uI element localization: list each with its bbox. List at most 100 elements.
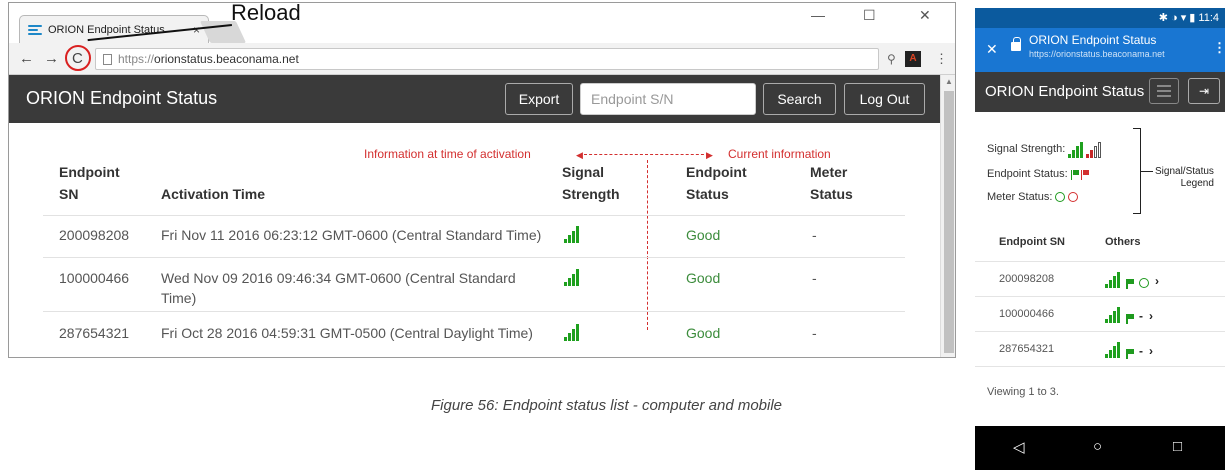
legend-signal-label: Signal Strength: xyxy=(987,143,1066,155)
row1-sn[interactable]: 200098208 xyxy=(59,225,129,245)
favicon-icon xyxy=(28,24,42,35)
legend-endpoint: Endpoint Status: xyxy=(987,168,1089,180)
mobile-row-divider xyxy=(975,366,1225,367)
back-arrow-icon[interactable]: ← xyxy=(19,50,34,67)
col-meter-status: Meter Status xyxy=(810,161,853,205)
logout-icon[interactable]: ⇥ xyxy=(1188,78,1220,104)
mobile-row2-meter: - xyxy=(1139,309,1143,323)
row3-sn[interactable]: 287654321 xyxy=(59,323,129,343)
figure-caption: Figure 56: Endpoint status list - comput… xyxy=(431,397,783,414)
reload-callout-label: Reload xyxy=(231,0,301,25)
row2-meter-status: - xyxy=(812,270,817,286)
page-info-icon xyxy=(103,54,112,65)
mobile-brand: ORION Endpoint Status xyxy=(985,83,1145,100)
col-activation-time: Activation Time xyxy=(161,186,265,202)
nav-back-icon[interactable]: ◁ xyxy=(1013,438,1025,456)
mobile-app-header: ORION Endpoint Status ⇥ xyxy=(975,72,1225,112)
mobile-row[interactable]: 287654321 - › xyxy=(975,331,1225,366)
row2-sn[interactable]: 100000466 xyxy=(59,268,129,288)
extension-icon[interactable]: ⚲ xyxy=(887,52,896,66)
mobile-menu-icon[interactable]: ⋮ xyxy=(1213,40,1225,56)
url-input[interactable]: https://orionstatus.beaconama.net xyxy=(95,48,879,70)
row-divider xyxy=(43,257,905,258)
logout-button[interactable]: Log Out xyxy=(844,83,925,115)
legend-brace-tick xyxy=(1141,171,1153,172)
hamburger-menu-button[interactable] xyxy=(1149,78,1179,104)
green-flag-icon xyxy=(1126,314,1134,324)
endpoint-search-input[interactable]: Endpoint S/N xyxy=(580,83,756,115)
col-meter-line2: Status xyxy=(810,186,853,202)
export-button[interactable]: Export xyxy=(505,83,573,115)
col-endpoint-status: Endpoint Status xyxy=(686,161,747,205)
row1-meter-status: - xyxy=(812,227,817,243)
row1-activation-time: Fri Nov 11 2016 06:23:12 GMT-0600 (Centr… xyxy=(161,227,542,243)
red-gauge-icon xyxy=(1068,192,1079,202)
mobile-page-title: ORION Endpoint Status xyxy=(1029,33,1157,47)
chevron-right-icon[interactable]: › xyxy=(1149,309,1153,323)
annotation-current: Current information xyxy=(728,147,831,161)
annotation-dash-line xyxy=(584,154,709,155)
col-status-line1: Endpoint xyxy=(686,164,747,180)
green-flag-icon xyxy=(1070,169,1079,180)
close-window-button[interactable]: ✕ xyxy=(919,7,931,24)
row-divider xyxy=(43,215,905,216)
legend-meter-label: Meter Status: xyxy=(987,191,1053,203)
annotation-arrow-right: ▶ xyxy=(706,150,713,160)
nav-home-icon[interactable]: ○ xyxy=(1093,438,1102,455)
legend-endpoint-label: Endpoint Status: xyxy=(987,168,1068,180)
forward-arrow-icon[interactable]: → xyxy=(44,50,59,67)
pdf-extension-icon[interactable]: A xyxy=(905,51,921,67)
col-endpoint-sn-line2: SN xyxy=(59,186,79,202)
signal-strong-icon xyxy=(1068,140,1084,158)
web-page: ORION Endpoint Status Export Endpoint S/… xyxy=(9,75,940,357)
mobile-row3-sn: 287654321 xyxy=(999,343,1055,355)
signal-icon xyxy=(1105,340,1120,358)
mobile-row1-sn: 200098208 xyxy=(999,273,1055,285)
green-flag-icon xyxy=(1126,279,1134,289)
mobile-browser-bar: ✕ ORION Endpoint Status https://orionsta… xyxy=(975,28,1225,72)
row1-endpoint-status: Good xyxy=(686,227,721,243)
search-button[interactable]: Search xyxy=(763,83,836,115)
signal-weak-icon xyxy=(1086,140,1102,158)
reload-highlight-circle xyxy=(65,45,91,71)
nav-recents-icon[interactable]: □ xyxy=(1173,438,1182,455)
chevron-right-icon[interactable]: › xyxy=(1149,344,1153,358)
mobile-screen: ✱ ◑ ▾ ▮ 11:4 ✕ ORION Endpoint Status htt… xyxy=(975,8,1225,470)
annotation-divider xyxy=(647,160,648,330)
col-endpoint-sn: Endpoint SN xyxy=(59,161,120,205)
scrollbar-thumb[interactable] xyxy=(944,91,954,353)
green-flag-icon xyxy=(1126,349,1134,359)
desktop-browser-window: ORION Endpoint Status × — ☐ ✕ ← → C http… xyxy=(8,2,956,358)
green-gauge-icon xyxy=(1139,278,1149,288)
close-tab-icon[interactable]: ✕ xyxy=(986,41,998,58)
signal-icon xyxy=(1105,305,1120,323)
mobile-col-others: Others xyxy=(1105,236,1141,248)
brace-label-line2: Legend xyxy=(1180,178,1214,189)
chevron-right-icon[interactable]: › xyxy=(1155,274,1159,288)
col-meter-line1: Meter xyxy=(810,164,848,180)
mobile-status-bar: ✱ ◑ ▾ ▮ 11:4 xyxy=(975,8,1225,28)
row3-signal-icon xyxy=(564,323,579,346)
mobile-row[interactable]: 200098208 › xyxy=(975,261,1225,296)
maximize-button[interactable]: ☐ xyxy=(863,7,876,24)
url-host: orionstatus.beaconama.net xyxy=(154,52,299,66)
row2-activation-time: Wed Nov 09 2016 09:46:34 GMT-0600 (Centr… xyxy=(161,270,516,306)
row1-signal-icon xyxy=(564,225,579,248)
minimize-button[interactable]: — xyxy=(811,7,825,23)
col-endpoint-sn-line1: Endpoint xyxy=(59,164,120,180)
mobile-row3-meter: - xyxy=(1139,344,1143,358)
page-scrollbar[interactable]: ▲ xyxy=(940,75,955,357)
mobile-row[interactable]: 100000466 - › xyxy=(975,296,1225,331)
scroll-up-icon[interactable]: ▲ xyxy=(945,77,953,86)
url-scheme: https:// xyxy=(118,52,155,66)
mobile-col-sn: Endpoint SN xyxy=(999,236,1065,248)
col-status-line2: Status xyxy=(686,186,729,202)
col-signal-line1: Signal xyxy=(562,164,605,180)
red-flag-icon xyxy=(1080,169,1089,180)
status-time: 11:4 xyxy=(1198,12,1219,24)
browser-menu-icon[interactable]: ⋮ xyxy=(935,51,948,67)
mobile-page-url[interactable]: https://orionstatus.beaconama.net xyxy=(1029,49,1165,59)
legend-brace xyxy=(1133,128,1141,214)
signal-icon xyxy=(1105,270,1120,288)
row-divider xyxy=(43,311,905,312)
